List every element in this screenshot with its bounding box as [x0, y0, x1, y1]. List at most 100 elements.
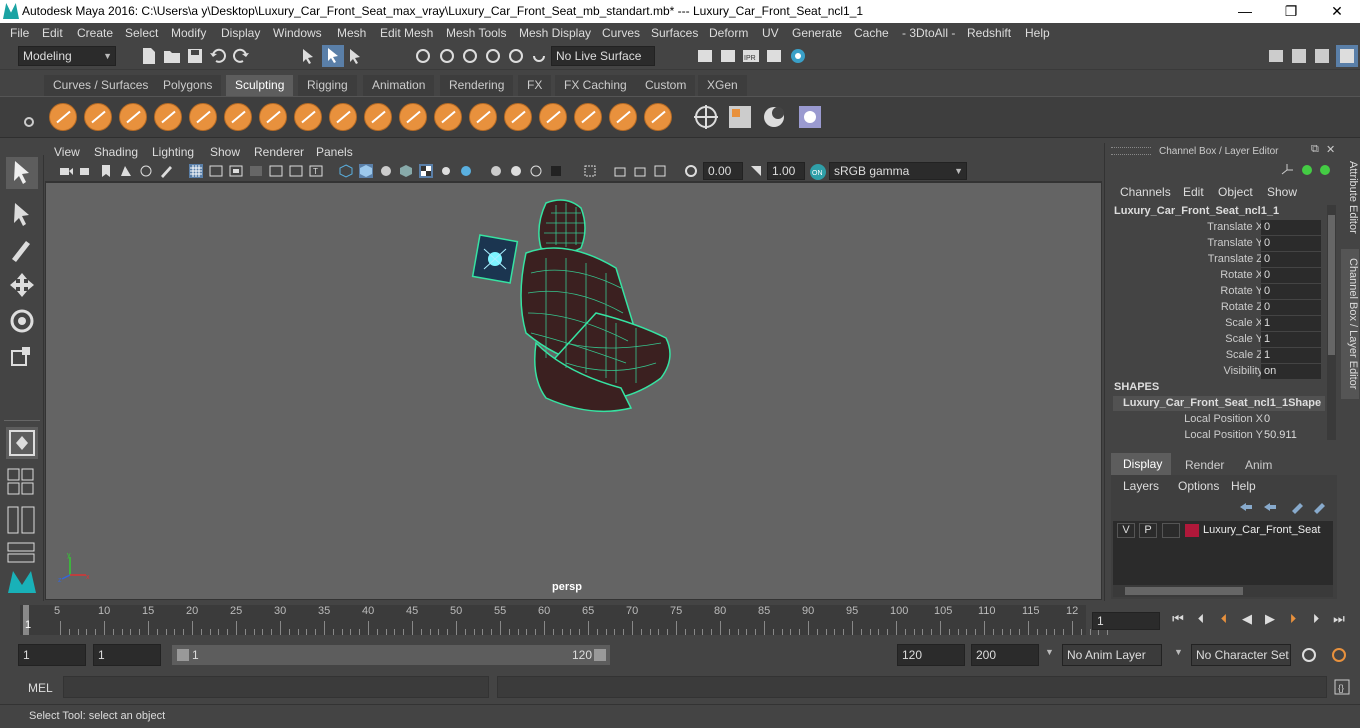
step-forward-key-icon[interactable]: ⏵ [1285, 611, 1301, 627]
perspective-viewport[interactable]: y x z persp [45, 182, 1102, 600]
attribute-row[interactable]: Translate Z0 [1105, 252, 1325, 268]
attribute-editor-side-tab[interactable]: Attribute Editor [1341, 153, 1359, 241]
range-slider-end-handle[interactable] [594, 649, 606, 661]
move-layer-up-icon[interactable] [1239, 500, 1253, 514]
attribute-value[interactable]: 0 [1261, 268, 1321, 283]
flatten-tool-icon[interactable] [224, 103, 252, 131]
single-perspective-layout-icon[interactable] [6, 427, 38, 459]
menu-generate[interactable]: Generate [792, 26, 842, 40]
animation-end-field[interactable]: 200 [971, 644, 1039, 666]
ipr-render-icon[interactable]: IPR [742, 47, 760, 65]
outliner-layout-icon[interactable] [6, 505, 38, 537]
channel-show-menu[interactable]: Show [1267, 185, 1297, 199]
grab-tool-icon[interactable] [154, 103, 182, 131]
new-layer-from-selection-icon[interactable] [1313, 500, 1327, 514]
safe-title-icon[interactable]: T [309, 164, 323, 178]
scrape-tool-icon[interactable] [434, 103, 462, 131]
redo-icon[interactable] [232, 47, 250, 65]
sculpt-mask-icon[interactable] [760, 103, 788, 131]
current-frame-field[interactable]: 1 [1092, 612, 1160, 630]
channel-box-side-tab[interactable]: Channel Box / Layer Editor [1341, 249, 1359, 399]
pinch-tool-icon[interactable] [189, 103, 217, 131]
channel-box-scrollbar[interactable] [1327, 205, 1336, 440]
attribute-value[interactable]: 0 [1261, 412, 1321, 427]
mode-selector[interactable]: Modeling ▼ [18, 46, 116, 66]
depth-of-field-icon[interactable] [529, 164, 543, 178]
lasso-tool-icon[interactable] [6, 197, 38, 229]
float-panel-icon[interactable]: ⧉ [1311, 143, 1319, 156]
select-component-icon[interactable] [347, 47, 365, 65]
ambient-occlusion-icon[interactable] [459, 164, 473, 178]
color-management-toggle-icon[interactable]: ON [809, 163, 827, 181]
snap-surface-icon[interactable] [507, 47, 525, 65]
gamma-icon[interactable] [749, 164, 763, 178]
channel-box-lock-icon[interactable] [1318, 163, 1332, 177]
attribute-row[interactable]: Local Position Y 50.911 [1105, 428, 1325, 444]
freeze-tool-icon[interactable] [644, 103, 672, 131]
attribute-value[interactable]: 50.911 [1261, 428, 1321, 443]
camera-select-icon[interactable] [59, 164, 73, 178]
gate-mask-icon[interactable] [249, 164, 263, 178]
viewport-menu-lighting[interactable]: Lighting [152, 145, 194, 159]
wireframe-icon[interactable] [339, 164, 353, 178]
scale-tool-icon[interactable] [6, 341, 38, 373]
bookmark-icon[interactable] [99, 164, 113, 178]
shelf-tab-fx-caching[interactable]: FX Caching [555, 75, 636, 96]
bulge-tool-icon[interactable] [574, 103, 602, 131]
car-seat-wireframe-model[interactable] [466, 193, 686, 423]
range-slider[interactable]: 1 120 [172, 645, 610, 665]
attribute-value[interactable]: 0 [1261, 220, 1321, 235]
snap-view-plane-icon[interactable] [484, 47, 502, 65]
channels-menu[interactable]: Channels [1120, 185, 1171, 199]
layer-playback-toggle[interactable]: P [1139, 523, 1157, 538]
shadows-icon[interactable] [439, 164, 453, 178]
field-chart-icon[interactable] [269, 164, 283, 178]
maximize-button[interactable]: ❐ [1268, 0, 1314, 23]
two-d-pan-zoom-icon[interactable] [139, 164, 153, 178]
menu-select[interactable]: Select [125, 26, 158, 40]
attribute-value[interactable]: 0 [1261, 300, 1321, 315]
menu-file[interactable]: File [10, 26, 29, 40]
attribute-row[interactable]: Translate Y0 [1105, 236, 1325, 252]
attribute-row[interactable]: Scale Z1 [1105, 348, 1325, 364]
knife-tool-icon[interactable] [504, 103, 532, 131]
render-view-icon[interactable] [765, 47, 783, 65]
selected-object-name[interactable]: Luxury_Car_Front_Seat_ncl1_1 [1114, 205, 1279, 217]
shelf-tab-polygons[interactable]: Polygons [154, 75, 222, 96]
viewport-menu-show[interactable]: Show [210, 145, 240, 159]
backface-culling-icon[interactable] [653, 164, 667, 178]
smooth-tool-icon[interactable] [84, 103, 112, 131]
hypershade-icon[interactable] [789, 47, 807, 65]
smear-tool-icon[interactable] [539, 103, 567, 131]
view-transform-select[interactable]: sRGB gamma ▼ [829, 162, 967, 180]
attribute-row[interactable]: Rotate Y0 [1105, 284, 1325, 300]
layer-tab-display[interactable]: Display [1111, 453, 1171, 475]
foamy-tool-icon[interactable] [259, 103, 287, 131]
gamma-field[interactable]: 1.00 [767, 162, 805, 180]
scrollbar-thumb[interactable] [1125, 587, 1243, 595]
modeling-toolkit-icon[interactable] [1267, 47, 1285, 65]
script-editor-icon[interactable]: {} [1333, 678, 1351, 696]
use-all-lights-icon[interactable] [419, 164, 433, 178]
make-live-icon[interactable] [530, 47, 548, 65]
channel-object-menu[interactable]: Object [1218, 185, 1253, 199]
xray-icon[interactable] [549, 164, 563, 178]
menu-display[interactable]: Display [221, 26, 260, 40]
multisample-aa-icon[interactable] [509, 164, 523, 178]
layer-display-type-toggle[interactable] [1162, 523, 1180, 538]
play-backwards-icon[interactable]: ◀ [1239, 611, 1255, 627]
paint-select-tool-icon[interactable] [6, 233, 38, 265]
attribute-row[interactable]: Rotate X0 [1105, 268, 1325, 284]
spray-tool-icon[interactable] [294, 103, 322, 131]
layer-name[interactable]: Luxury_Car_Front_Seat [1203, 524, 1320, 536]
scrollbar-thumb[interactable] [1328, 215, 1335, 355]
menu-3dtoall[interactable]: - 3DtoAll - [902, 26, 955, 40]
layer-visibility-toggle[interactable]: V [1117, 523, 1135, 538]
shape-name-row[interactable]: Luxury_Car_Front_Seat_ncl1_1Shape [1113, 396, 1325, 411]
menu-mesh-tools[interactable]: Mesh Tools [446, 26, 506, 40]
wax-tool-icon[interactable] [399, 103, 427, 131]
chevron-down-icon[interactable]: ▼ [1174, 647, 1183, 657]
grease-pencil-icon[interactable] [159, 164, 173, 178]
wireframe-on-shaded-icon[interactable] [379, 164, 393, 178]
attribute-row[interactable]: Translate X0 [1105, 220, 1325, 236]
